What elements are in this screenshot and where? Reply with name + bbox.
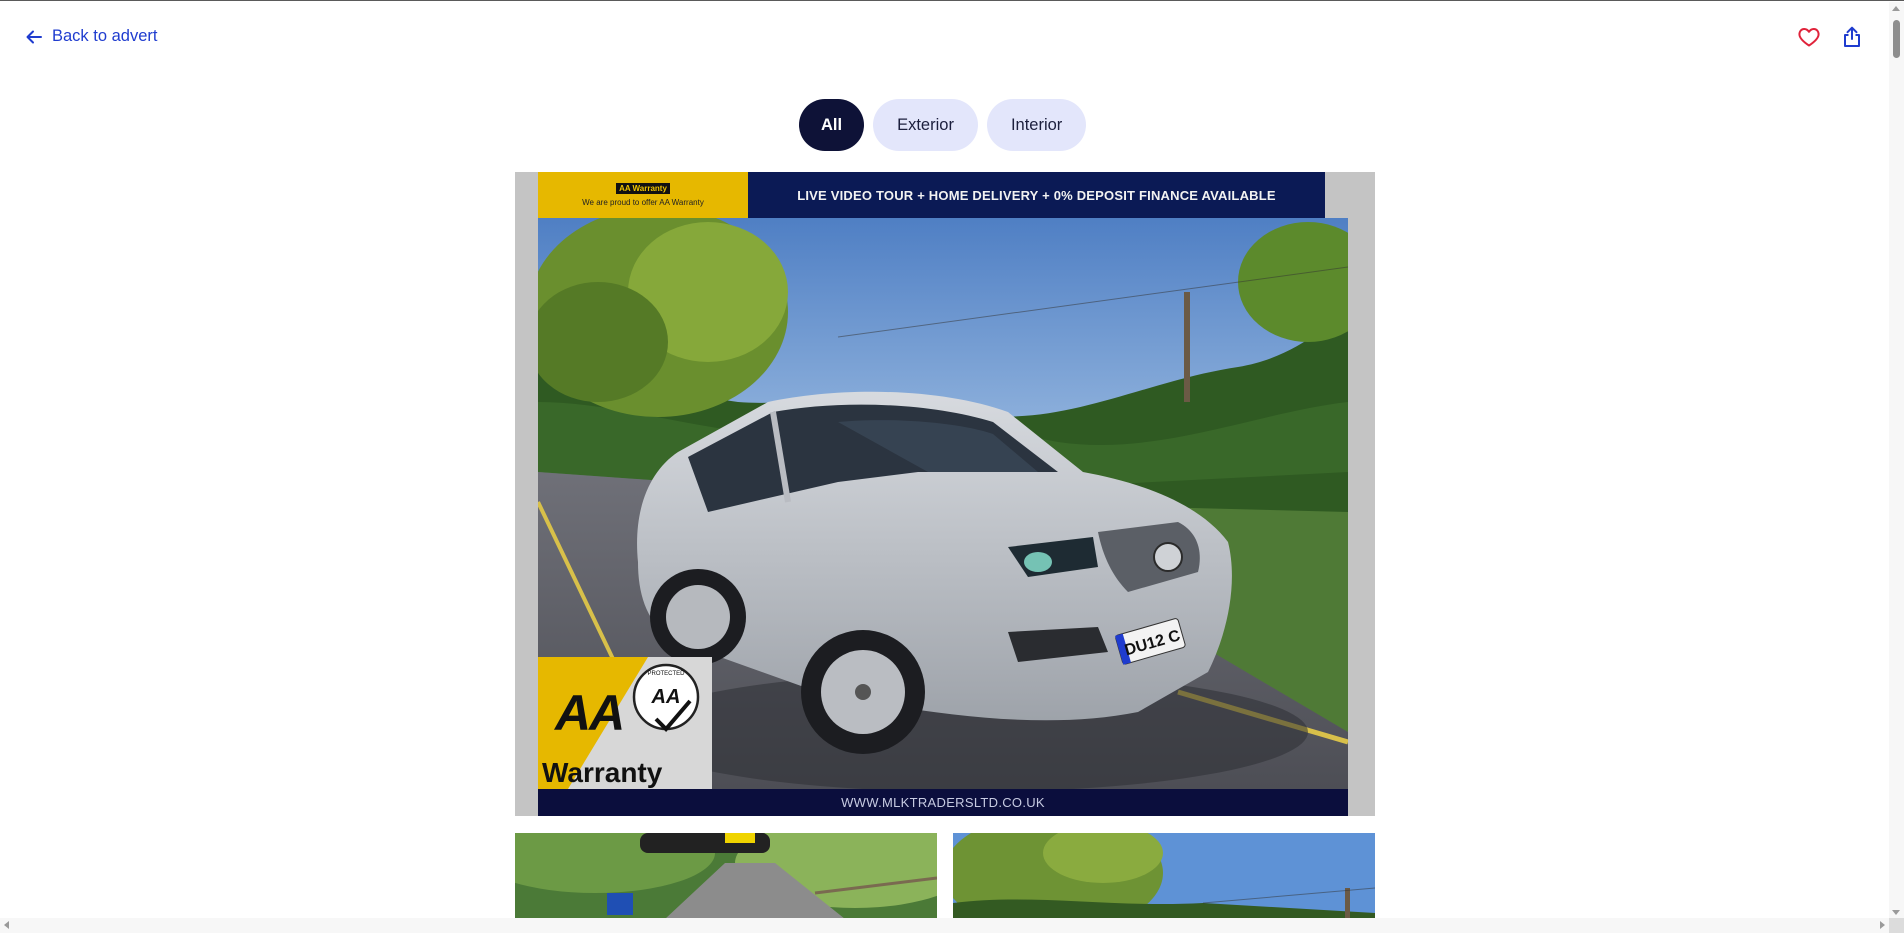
thumbnail-photo-exterior [953, 833, 1375, 919]
back-to-advert-link[interactable]: Back to advert [25, 27, 157, 46]
aa-badge-letters: AA [555, 685, 625, 741]
top-actions [1797, 25, 1864, 49]
tab-exterior[interactable]: Exterior [873, 99, 978, 151]
gallery-thumbnail[interactable] [515, 833, 937, 919]
dealer-website-banner: WWW.MLKTRADERSLTD.CO.UK [538, 789, 1348, 816]
scroll-left-icon[interactable] [4, 921, 9, 929]
dealer-website-text: WWW.MLKTRADERSLTD.CO.UK [841, 795, 1045, 810]
scroll-up-icon[interactable] [1892, 6, 1900, 11]
arrow-left-icon [26, 30, 42, 43]
scroll-down-icon[interactable] [1892, 910, 1900, 915]
main-gallery-image[interactable]: DU12 C AA Warranty We are proud to offer… [515, 172, 1375, 816]
aa-top-caption: We are proud to offer AA Warranty [582, 198, 704, 207]
gallery-thumbnail[interactable] [953, 833, 1375, 919]
heart-icon[interactable] [1797, 25, 1821, 49]
promo-banner: LIVE VIDEO TOUR + HOME DELIVERY + 0% DEP… [748, 172, 1325, 218]
gallery-filter-tabs: All Exterior Interior [799, 99, 1087, 151]
thumbnail-photo-interior [515, 833, 937, 919]
horizontal-scrollbar[interactable] [0, 918, 1889, 933]
tab-interior[interactable]: Interior [986, 99, 1087, 151]
aa-badge-word: Warranty [542, 757, 663, 788]
back-to-advert-label: Back to advert [52, 27, 158, 45]
aa-mini-logo: AA Warranty [616, 183, 670, 194]
vertical-scrollbar[interactable] [1889, 2, 1904, 919]
promo-banner-text: LIVE VIDEO TOUR + HOME DELIVERY + 0% DEP… [797, 187, 1276, 203]
share-icon[interactable] [1840, 25, 1864, 49]
aa-warranty-header-box: AA Warranty We are proud to offer AA War… [538, 172, 748, 218]
scrollbar-thumb[interactable] [1893, 20, 1900, 58]
scrollbar-corner [1889, 918, 1904, 933]
aa-seal-letters: AA [651, 686, 681, 708]
scroll-right-icon[interactable] [1880, 921, 1885, 929]
tab-all[interactable]: All [799, 99, 865, 151]
aa-seal-protected: PROTECTED [647, 671, 685, 677]
